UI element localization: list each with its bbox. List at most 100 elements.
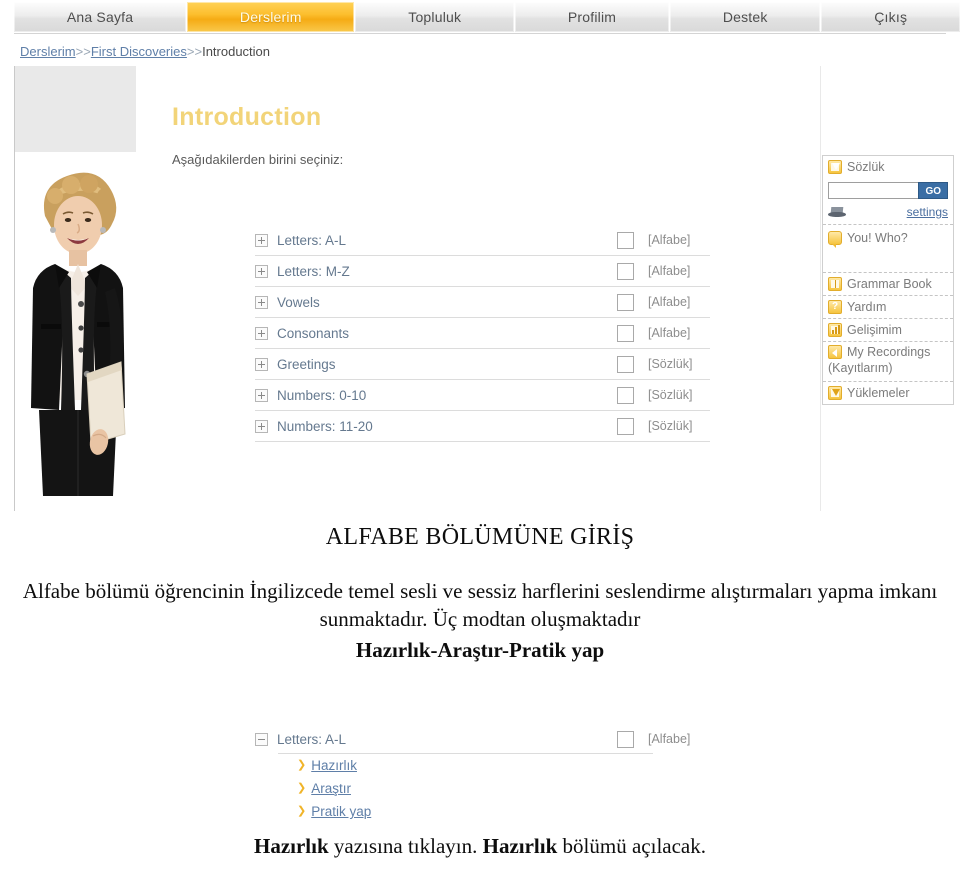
list-divider [278, 753, 653, 754]
lesson-row[interactable]: Greetings [Sözlük] [255, 349, 710, 380]
breadcrumb-current-introduction: Introduction [202, 44, 271, 59]
lesson-name[interactable]: Greetings [277, 357, 617, 372]
speech-bubble-icon [828, 231, 842, 248]
nav-tab-label: Destek [722, 9, 768, 25]
lesson-name[interactable]: Letters: A-L [277, 732, 617, 747]
settings-row: settings [823, 203, 953, 225]
sidebar-item-yuklemeler[interactable]: Yüklemeler [823, 382, 953, 404]
expand-plus-icon[interactable] [255, 264, 268, 278]
lesson-row[interactable]: Numbers: 0-10 [Sözlük] [255, 380, 710, 411]
nav-tab-topluluk[interactable]: Topluluk [355, 2, 516, 32]
lesson-tag: [Sözlük] [648, 388, 693, 402]
breadcrumb: Derslerim>>First Discoveries>>Introducti… [20, 44, 270, 59]
nav-left-spacer [0, 0, 14, 34]
footer-bold-hazirlik-2: Hazırlık [482, 834, 558, 858]
choose-instruction-label: Aşağıdakilerden birini seçiniz: [172, 152, 344, 167]
expand-plus-icon[interactable] [255, 388, 268, 402]
sidebar-item-label: Yardım [847, 300, 887, 314]
download-icon [828, 386, 842, 400]
lesson-list: Letters: A-L [Alfabe] Letters: M-Z [Alfa… [255, 225, 710, 442]
lesson-row[interactable]: Vowels [Alfabe] [255, 287, 710, 318]
lesson-checkbox[interactable] [617, 293, 634, 311]
lesson-checkbox[interactable] [617, 324, 634, 342]
expand-plus-icon[interactable] [255, 419, 268, 433]
sidebar-item-label: You! Who? [847, 231, 908, 245]
sub-link-label[interactable]: Hazırlık [311, 758, 357, 773]
lesson-checkbox[interactable] [617, 231, 634, 249]
graduation-hat-icon [828, 206, 846, 218]
expand-plus-icon[interactable] [255, 357, 268, 371]
lesson-row[interactable]: Numbers: 11-20 [Sözlük] [255, 411, 710, 442]
page-title: Introduction [172, 103, 322, 131]
nav-tab-label: Profilim [567, 9, 617, 25]
lesson-tag: [Alfabe] [648, 264, 691, 278]
nav-tab-ana-sayfa[interactable]: Ana Sayfa [14, 2, 188, 32]
sidebar-item-grammar-book[interactable]: Grammar Book [823, 273, 953, 296]
expand-plus-icon[interactable] [255, 295, 268, 309]
main-navigation-bar: Ana Sayfa Derslerim Topluluk Profilim De… [0, 0, 960, 34]
lesson-checkbox[interactable] [617, 355, 634, 373]
lesson-checkbox[interactable] [617, 262, 634, 280]
lesson-name[interactable]: Vowels [277, 295, 617, 310]
lesson-name[interactable]: Letters: M-Z [277, 264, 617, 279]
sidebar-item-sozluk[interactable]: Sözlük [823, 156, 953, 178]
sidebar-item-my-recordings[interactable]: My Recordings (Kayıtlarım) [823, 342, 953, 382]
nav-tab-profilim[interactable]: Profilim [515, 2, 670, 32]
lesson-tag: [Sözlük] [648, 357, 693, 371]
sidebar-item-you-who[interactable]: You! Who? [823, 225, 953, 273]
lesson-tag: [Alfabe] [648, 326, 691, 340]
sidebar-item-label-secondary: (Kayıtlarım) [828, 361, 893, 375]
sub-link-row-hazirlik[interactable]: ❯ Hazırlık [255, 754, 710, 777]
dictionary-search-row: GO [823, 178, 953, 203]
breadcrumb-separator: >> [75, 44, 91, 59]
sub-link-row-pratik-yap[interactable]: ❯ Pratik yap [255, 800, 710, 823]
go-button[interactable]: GO [918, 182, 948, 199]
sub-link-row-arastir[interactable]: ❯ Araştır [255, 777, 710, 800]
lesson-checkbox[interactable] [617, 417, 634, 435]
nav-tab-label: Çıkış [874, 9, 908, 25]
footer-end-text: bölümü açılacak. [557, 834, 706, 858]
tools-sidebar: Sözlük GO settings You! Who? Grammar Boo… [822, 155, 954, 405]
lesson-name[interactable]: Letters: A-L [277, 233, 617, 248]
application-screenshot: Ana Sayfa Derslerim Topluluk Profilim De… [0, 0, 960, 512]
lesson-row[interactable]: Letters: M-Z [Alfabe] [255, 256, 710, 287]
lesson-name[interactable]: Consonants [277, 326, 617, 341]
sub-link-label[interactable]: Araştır [311, 781, 351, 796]
document-modes-line: Hazırlık-Araştır-Pratik yap [355, 637, 605, 662]
dictionary-icon [828, 160, 842, 174]
breadcrumb-link-derslerim[interactable]: Derslerim [20, 44, 76, 59]
sidebar-item-label: My Recordings [847, 345, 931, 359]
lesson-name[interactable]: Numbers: 11-20 [277, 419, 617, 434]
lesson-tag: [Alfabe] [648, 233, 691, 247]
search-input[interactable] [828, 182, 919, 199]
instructor-photo [15, 152, 142, 512]
speaker-icon [828, 345, 842, 359]
expand-plus-icon[interactable] [255, 326, 268, 340]
sidebar-item-gelisimim[interactable]: Gelişimim [823, 319, 953, 342]
nav-tab-derslerim[interactable]: Derslerim [187, 2, 356, 32]
nav-tab-cikis[interactable]: Çıkış [821, 2, 960, 32]
document-heading: ALFABE BÖLÜMÜNE GİRİŞ [325, 524, 635, 550]
settings-link[interactable]: settings [907, 205, 948, 219]
lesson-tag: [Sözlük] [648, 419, 693, 433]
lesson-row-expanded[interactable]: Letters: A-L [Alfabe] [255, 724, 710, 754]
breadcrumb-link-first-discoveries[interactable]: First Discoveries [91, 44, 187, 59]
collapse-minus-icon[interactable] [255, 732, 268, 746]
chevron-right-icon: ❯ [297, 782, 307, 794]
lesson-row[interactable]: Consonants [Alfabe] [255, 318, 710, 349]
expand-plus-icon[interactable] [255, 233, 268, 247]
sidebar-item-label: Yüklemeler [847, 386, 910, 400]
lesson-row[interactable]: Letters: A-L [Alfabe] [255, 225, 710, 256]
document-paragraph: Alfabe bölümü öğrencinin İngilizcede tem… [22, 579, 938, 632]
lesson-name[interactable]: Numbers: 0-10 [277, 388, 617, 403]
footer-bold-hazirlik-1: Hazırlık [253, 834, 329, 858]
nav-tab-label: Topluluk [408, 9, 462, 25]
lesson-checkbox[interactable] [617, 386, 634, 404]
nav-tab-label: Derslerim [239, 9, 302, 25]
sidebar-item-yardim[interactable]: ? Yardım [823, 296, 953, 319]
lesson-tag: [Alfabe] [648, 732, 691, 746]
chevron-right-icon: ❯ [297, 759, 307, 771]
sub-link-label[interactable]: Pratik yap [311, 804, 371, 819]
lesson-checkbox[interactable] [617, 730, 634, 748]
nav-tab-destek[interactable]: Destek [669, 2, 822, 32]
